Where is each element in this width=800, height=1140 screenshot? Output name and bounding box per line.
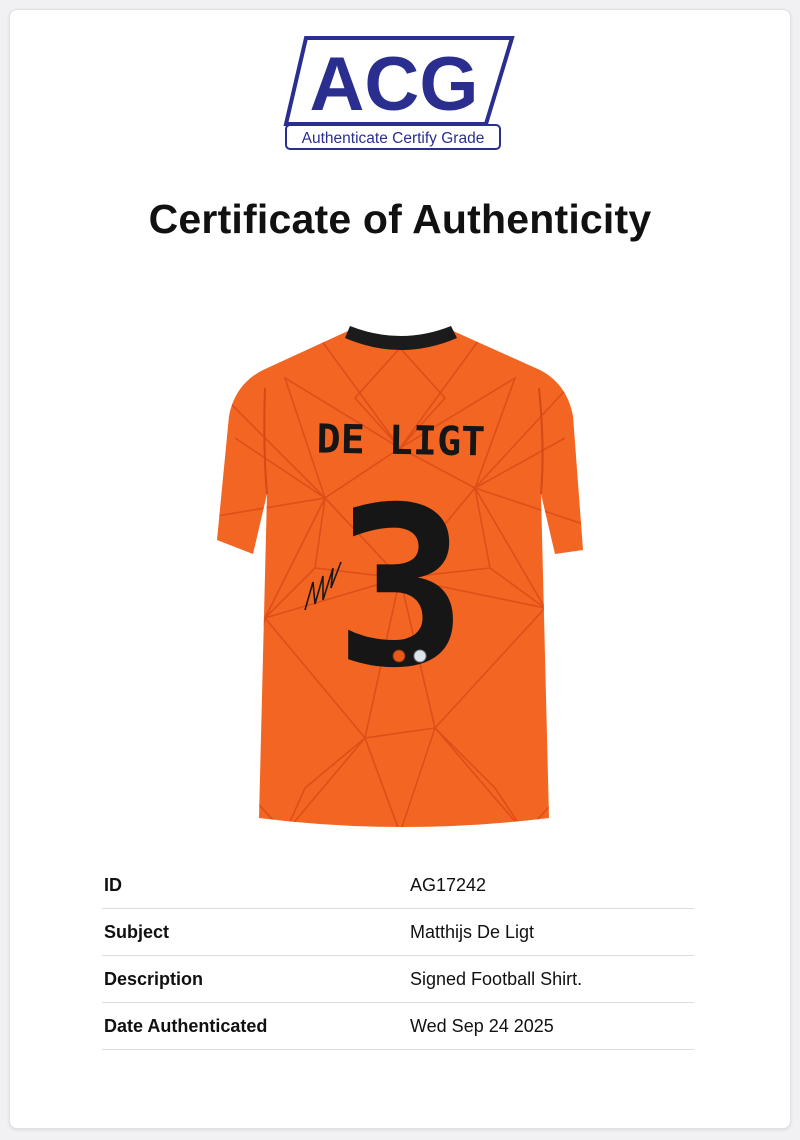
detail-row-description: Description Signed Football Shirt.: [102, 956, 694, 1003]
shirt-name-print: DE LIGT: [316, 417, 485, 466]
detail-label: ID: [104, 874, 122, 895]
logo-brand-text: ACG: [310, 42, 479, 127]
detail-value: Wed Sep 24 2025: [410, 1015, 554, 1036]
hologram-sticker: [413, 649, 427, 663]
detail-row-id: ID AG17242: [102, 862, 694, 909]
detail-label: Date Authenticated: [104, 1015, 268, 1036]
detail-value: Matthijs De Ligt: [410, 921, 535, 942]
detail-label: Description: [104, 968, 204, 989]
detail-value: Signed Football Shirt.: [410, 968, 583, 989]
signed-shirt-image: DE LIGT 3: [217, 326, 583, 827]
crest-badge: [392, 649, 406, 663]
shirt-number-print: 3: [335, 460, 467, 716]
acg-logo: ACG Authenticate Certify Grade: [283, 36, 515, 150]
details-table: ID AG17242 Subject Matthijs De Ligt Desc…: [102, 862, 694, 1050]
detail-row-subject: Subject Matthijs De Ligt: [102, 909, 694, 956]
logo-tagline-text: Authenticate Certify Grade: [302, 130, 485, 147]
detail-row-date: Date Authenticated Wed Sep 24 2025: [102, 1003, 694, 1050]
detail-value: AG17242: [410, 874, 487, 895]
detail-label: Subject: [104, 921, 170, 942]
certificate-title: Certificate of Authenticity: [148, 196, 652, 242]
